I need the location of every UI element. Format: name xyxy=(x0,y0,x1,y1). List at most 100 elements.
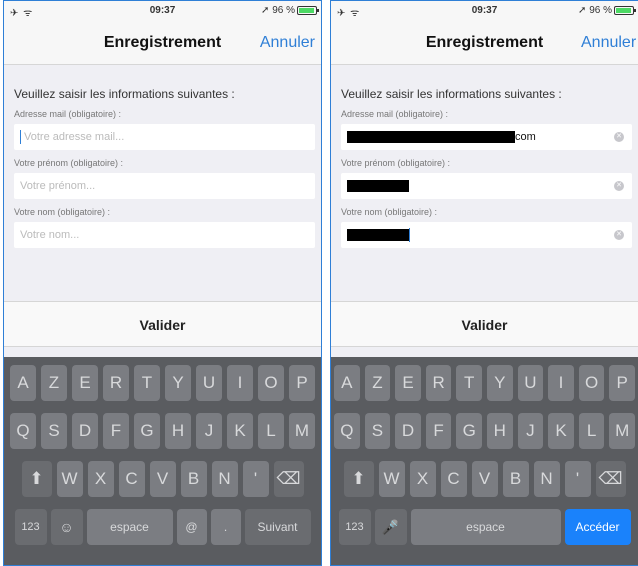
key[interactable]: W xyxy=(56,461,83,497)
numbers-key[interactable]: 123 xyxy=(14,509,47,545)
key[interactable]: D xyxy=(72,413,98,449)
emoji-icon[interactable]: ☺ xyxy=(50,509,83,545)
status-bar: ✈ ᯤ 09:37 ➚ 96 % xyxy=(331,1,638,21)
firstname-placeholder: Votre prénom... xyxy=(20,180,96,192)
keyboard-row-1: A Z E R T Y U I O P xyxy=(7,365,318,401)
firstname-field[interactable]: ✕ xyxy=(341,173,632,199)
key[interactable]: B xyxy=(180,461,207,497)
delete-icon[interactable]: ⌫ xyxy=(595,461,626,497)
text-cursor xyxy=(409,228,410,242)
lastname-field[interactable]: Votre nom... xyxy=(14,222,315,248)
key[interactable]: S xyxy=(364,413,391,449)
battery-status: ➚ 96 % xyxy=(261,5,319,16)
lastname-label: Votre nom (obligatoire) : xyxy=(14,207,111,217)
key[interactable]: N xyxy=(211,461,238,497)
key[interactable]: X xyxy=(87,461,114,497)
key[interactable]: Z xyxy=(41,365,67,401)
go-button[interactable]: Accéder xyxy=(564,509,631,545)
key[interactable]: Z xyxy=(364,365,391,401)
key[interactable]: B xyxy=(502,461,529,497)
shift-icon[interactable]: ⬆ xyxy=(21,461,52,497)
key[interactable]: O xyxy=(578,365,605,401)
key[interactable]: T xyxy=(134,365,160,401)
redacted-firstname xyxy=(347,180,409,192)
battery-text: ➚ 96 % xyxy=(261,5,295,16)
cancel-button[interactable]: Annuler xyxy=(260,34,315,52)
at-key[interactable]: @ xyxy=(176,509,207,545)
email-label: Adresse mail (obligatoire) : xyxy=(341,109,449,119)
space-key[interactable]: espace xyxy=(86,509,173,545)
key[interactable]: N xyxy=(533,461,560,497)
key[interactable]: J xyxy=(196,413,222,449)
key[interactable]: I xyxy=(548,365,574,401)
key[interactable]: M xyxy=(609,413,635,449)
microphone-icon[interactable]: 🎤 xyxy=(374,509,407,545)
phone-left: ✈ ᯤ 09:37 ➚ 96 % Enregistrement Annuler … xyxy=(3,0,322,566)
validate-button[interactable]: Valider xyxy=(4,301,321,347)
email-field[interactable]: com ✕ xyxy=(341,124,632,150)
key[interactable]: H xyxy=(487,413,513,449)
battery-status: ➚ 96 % xyxy=(578,5,636,16)
key[interactable]: ' xyxy=(242,461,269,497)
key[interactable]: Y xyxy=(487,365,513,401)
key[interactable]: I xyxy=(227,365,253,401)
lastname-field[interactable]: ✕ xyxy=(341,222,632,248)
key[interactable]: ' xyxy=(564,461,591,497)
cancel-button[interactable]: Annuler xyxy=(581,34,636,52)
key[interactable]: U xyxy=(196,365,222,401)
key[interactable]: X xyxy=(409,461,436,497)
key[interactable]: L xyxy=(258,413,284,449)
space-key[interactable]: espace xyxy=(410,509,561,545)
nav-bar: Enregistrement Annuler xyxy=(4,21,321,65)
clear-icon[interactable]: ✕ xyxy=(614,230,624,240)
key[interactable]: E xyxy=(72,365,98,401)
key[interactable]: S xyxy=(41,413,67,449)
status-bar: ✈ ᯤ 09:37 ➚ 96 % xyxy=(4,1,321,21)
firstname-field[interactable]: Votre prénom... xyxy=(14,173,315,199)
key[interactable]: J xyxy=(517,413,544,449)
numbers-key[interactable]: 123 xyxy=(338,509,371,545)
key[interactable]: W xyxy=(378,461,405,497)
key[interactable]: Q xyxy=(334,413,360,449)
key[interactable]: H xyxy=(165,413,191,449)
key[interactable]: K xyxy=(227,413,253,449)
key[interactable]: R xyxy=(103,365,129,401)
key[interactable]: L xyxy=(578,413,605,449)
key[interactable]: P xyxy=(289,365,315,401)
firstname-label: Votre prénom (obligatoire) : xyxy=(14,158,124,168)
next-button[interactable]: Suivant xyxy=(244,509,311,545)
clear-icon[interactable]: ✕ xyxy=(614,181,624,191)
key[interactable]: F xyxy=(103,413,129,449)
key[interactable]: V xyxy=(149,461,176,497)
key[interactable]: C xyxy=(440,461,467,497)
key[interactable]: T xyxy=(456,365,482,401)
delete-icon[interactable]: ⌫ xyxy=(273,461,304,497)
key[interactable]: F xyxy=(425,413,452,449)
key[interactable]: G xyxy=(456,413,482,449)
dot-key[interactable]: . xyxy=(210,509,241,545)
key[interactable]: A xyxy=(10,365,36,401)
key[interactable]: G xyxy=(134,413,160,449)
email-suffix: com xyxy=(515,131,536,143)
key[interactable]: D xyxy=(395,413,421,449)
key[interactable]: K xyxy=(548,413,574,449)
key[interactable]: C xyxy=(118,461,145,497)
key[interactable]: M xyxy=(289,413,315,449)
email-field[interactable]: Votre adresse mail... xyxy=(14,124,315,150)
key[interactable]: Q xyxy=(10,413,36,449)
clear-icon[interactable]: ✕ xyxy=(614,132,624,142)
key[interactable]: U xyxy=(517,365,544,401)
validate-button[interactable]: Valider xyxy=(331,301,638,347)
key[interactable]: A xyxy=(334,365,360,401)
keyboard: A Z E R T Y U I O P Q S D F G H J K L M … xyxy=(4,357,321,565)
lastname-label: Votre nom (obligatoire) : xyxy=(341,207,438,217)
key[interactable]: V xyxy=(471,461,498,497)
key[interactable]: Y xyxy=(165,365,191,401)
key[interactable]: O xyxy=(258,365,284,401)
shift-icon[interactable]: ⬆ xyxy=(343,461,374,497)
keyboard-row-4: 123 ☺ espace @ . Suivant xyxy=(7,509,318,545)
key[interactable]: P xyxy=(609,365,635,401)
key[interactable]: R xyxy=(425,365,452,401)
key[interactable]: E xyxy=(395,365,421,401)
redacted-lastname xyxy=(347,229,409,241)
